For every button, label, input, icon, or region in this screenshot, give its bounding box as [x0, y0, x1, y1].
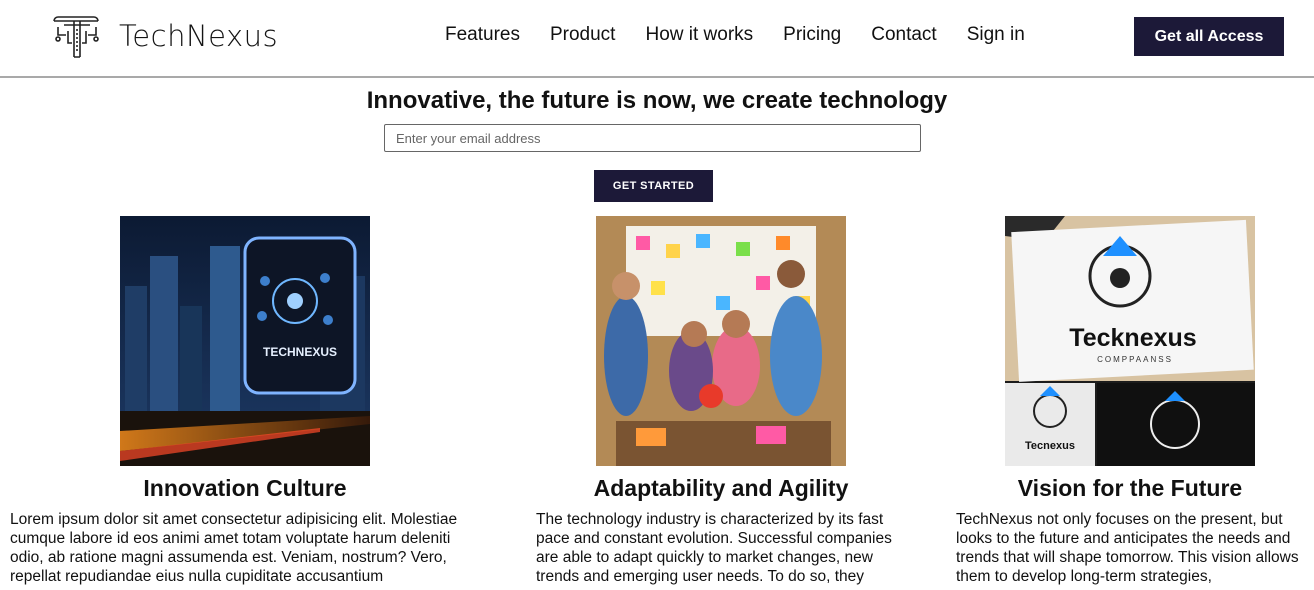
team-meeting-image [596, 216, 846, 466]
brand-logo[interactable]: TechNexus [50, 11, 278, 61]
card-title-vision: Vision for the Future [1017, 475, 1243, 501]
nav-sign-in[interactable]: Sign in [967, 23, 1025, 47]
billboard-caption: TECHNEXUS [263, 345, 337, 359]
get-started-button[interactable]: GET STARTED [594, 170, 713, 202]
get-all-access-button[interactable]: Get all Access [1134, 17, 1284, 56]
card-title-adaptability: Adaptability and Agility [593, 475, 849, 501]
brand-name: TechNexus [119, 19, 279, 53]
nav-product[interactable]: Product [550, 23, 615, 47]
mockup-small-text: Tecnexus [1025, 440, 1075, 452]
card-text-vision: TechNexus not only focuses on the presen… [956, 511, 1299, 585]
hero-title: Innovative, the future is now, we create… [366, 87, 948, 114]
mockup-brand-text: Tecknexus [1069, 324, 1196, 352]
circuit-logo-icon [53, 16, 99, 58]
nav-contact[interactable]: Contact [871, 23, 936, 47]
mockup-subtitle-text: COMPPAANSS [1097, 355, 1173, 364]
main-nav: Features Product How it works Pricing Co… [445, 23, 1055, 47]
card-text-adaptability: The technology industry is characterized… [536, 511, 892, 585]
nav-how-it-works[interactable]: How it works [645, 23, 753, 47]
city-billboard-image: TECHNEXUS [120, 216, 370, 466]
nav-pricing[interactable]: Pricing [783, 23, 841, 47]
email-input[interactable] [384, 124, 921, 152]
site-header: TechNexus Features Product How it works … [0, 0, 1314, 78]
card-title-innovation: Innovation Culture [143, 475, 347, 501]
card-text-innovation: Lorem ipsum dolor sit amet consectetur a… [10, 511, 458, 585]
logo-mockup-image: Tecknexus COMPPAANSS Tecnexus [1005, 216, 1255, 466]
nav-features[interactable]: Features [445, 23, 520, 47]
